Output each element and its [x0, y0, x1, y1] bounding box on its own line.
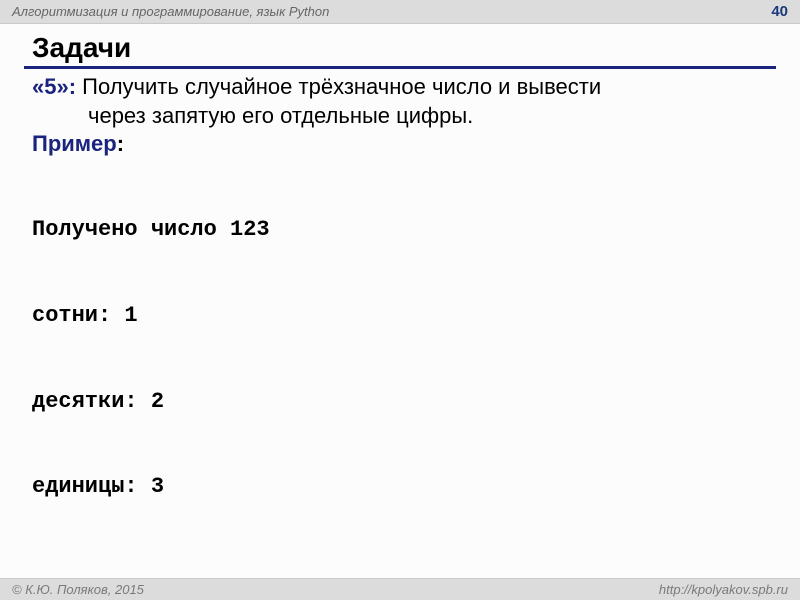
- output-line-4: единицы: 3: [32, 473, 776, 502]
- slide-content: Задачи «5»: Получить случайное трёхзначн…: [0, 24, 800, 559]
- output-line-1: Получено число 123: [32, 216, 776, 245]
- task-text-1: Получить случайное трёхзначное число и в…: [76, 74, 601, 99]
- footer-url: http://kpolyakov.spb.ru: [659, 582, 788, 597]
- header-bar: Алгоритмизация и программирование, язык …: [0, 0, 800, 24]
- example-colon: :: [117, 131, 124, 156]
- task-text-2: через запятую его отдельные цифры.: [32, 102, 776, 131]
- output-line-3: десятки: 2: [32, 388, 776, 417]
- example-heading: Пример:: [32, 130, 776, 159]
- grade-label: «5»:: [32, 74, 76, 99]
- example-label: Пример: [32, 131, 117, 156]
- slide-body: «5»: Получить случайное трёхзначное числ…: [24, 73, 776, 559]
- output-line-2: сотни: 1: [32, 302, 776, 331]
- page-number: 40: [771, 3, 788, 20]
- footer-copyright: © К.Ю. Поляков, 2015: [12, 582, 144, 597]
- task-line: «5»: Получить случайное трёхзначное числ…: [32, 73, 776, 102]
- example-output: Получено число 123 сотни: 1 десятки: 2 е…: [32, 159, 776, 559]
- footer-bar: © К.Ю. Поляков, 2015 http://kpolyakov.sp…: [0, 578, 800, 600]
- header-subject: Алгоритмизация и программирование, язык …: [12, 4, 329, 19]
- slide-title: Задачи: [24, 32, 776, 69]
